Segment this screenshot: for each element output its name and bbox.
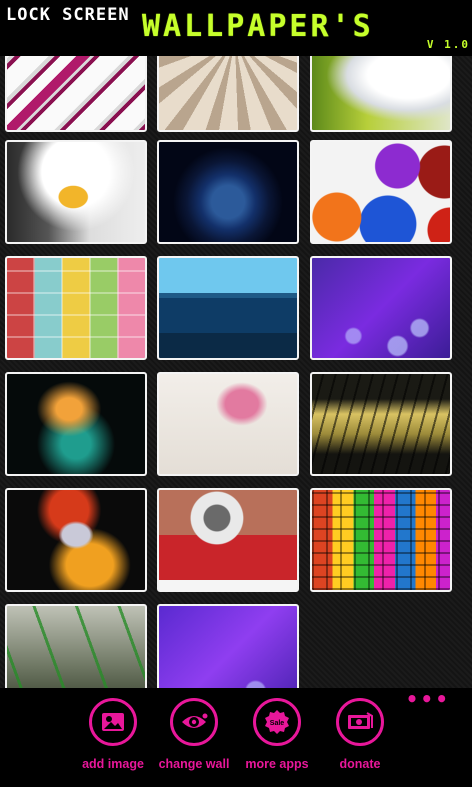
wallpaper-tile-earth[interactable] bbox=[157, 140, 299, 244]
money-icon bbox=[336, 698, 384, 746]
sale-badge-text: Sale bbox=[270, 720, 285, 727]
wallpaper-tile-grass[interactable] bbox=[310, 372, 452, 476]
sale-icon: Sale bbox=[253, 698, 301, 746]
version-label: V 1.0 bbox=[426, 38, 470, 51]
wallpaper-tile-dots[interactable] bbox=[310, 140, 452, 244]
wallpaper-tile-weave[interactable] bbox=[310, 488, 452, 592]
wallpaper-tile-krishna[interactable] bbox=[5, 488, 147, 592]
more-apps-label: more apps bbox=[245, 757, 309, 771]
app-title: WALLPAPER'S bbox=[142, 9, 374, 44]
wallpaper-tile-bamboo[interactable] bbox=[5, 604, 147, 688]
eye-icon bbox=[170, 698, 218, 746]
more-apps-button[interactable]: Sale more apps bbox=[229, 698, 325, 771]
app-title-small: LOCK SCREEN bbox=[6, 5, 130, 25]
change-wall-label: change wall bbox=[158, 757, 230, 771]
wallpaper-grid[interactable] bbox=[0, 0, 472, 688]
donate-label: donate bbox=[339, 757, 381, 771]
wallpaper-tile-squares[interactable] bbox=[5, 256, 147, 360]
wallpaper-tile-purple-2[interactable] bbox=[157, 604, 299, 688]
image-icon bbox=[89, 698, 137, 746]
wallpaper-tile-sea[interactable] bbox=[157, 256, 299, 360]
header: LOCK SCREEN WALLPAPER'S V 1.0 bbox=[0, 0, 472, 56]
app-bar: ••• add image change wall Sale more apps… bbox=[0, 688, 472, 787]
wallpaper-tile-flower[interactable] bbox=[157, 372, 299, 476]
wallpaper-tile-purple[interactable] bbox=[310, 256, 452, 360]
wallpaper-tile-smoke[interactable] bbox=[5, 372, 147, 476]
change-wall-button[interactable]: change wall bbox=[146, 698, 242, 771]
donate-button[interactable]: donate bbox=[312, 698, 408, 771]
wallpaper-tile-eagle[interactable] bbox=[5, 140, 147, 244]
wallpaper-tile-eye[interactable] bbox=[157, 488, 299, 592]
more-options-button[interactable]: ••• bbox=[406, 689, 450, 709]
